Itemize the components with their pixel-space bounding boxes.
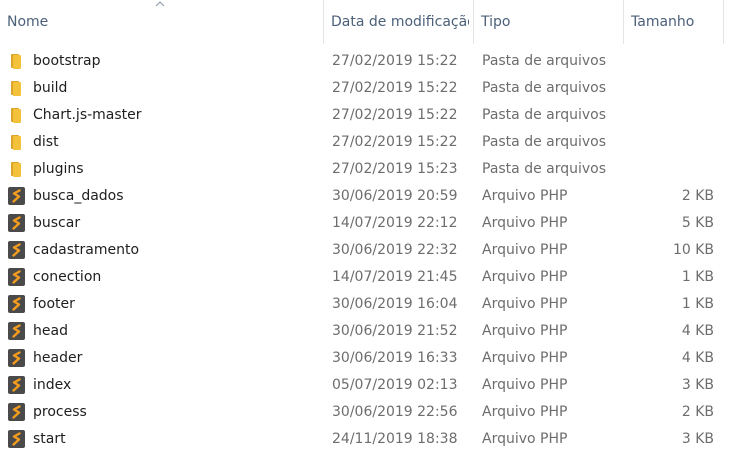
php-file-icon — [8, 214, 25, 232]
file-type: Arquivo PHP — [482, 296, 568, 312]
file-row[interactable]: head 30/06/2019 21:52 Arquivo PHP 4 KB — [0, 318, 735, 345]
file-row[interactable]: conection 14/07/2019 21:45 Arquivo PHP 1 KB — [0, 264, 735, 291]
file-name: head — [33, 323, 68, 339]
file-row[interactable]: Chart.js-master 27/02/2019 15:22 Pasta de … — [0, 102, 735, 129]
file-list: bootstrap 27/02/2019 15:22 Pasta de arquiv… — [0, 48, 735, 453]
file-row[interactable]: cadastramento 30/06/2019 22:32 Arquivo PHP… — [0, 237, 735, 264]
file-type: Arquivo PHP — [482, 404, 568, 420]
php-file-icon — [8, 322, 25, 340]
file-row[interactable]: bootstrap 27/02/2019 15:22 Pasta de arquiv… — [0, 48, 735, 75]
file-date-modified: 14/07/2019 21:45 — [332, 269, 458, 285]
php-file-icon — [8, 241, 25, 259]
file-name: bootstrap — [33, 53, 101, 69]
file-type: Arquivo PHP — [482, 323, 568, 339]
file-size: 4 KB — [681, 350, 714, 366]
file-name: start — [33, 431, 66, 447]
file-date-modified: 27/02/2019 15:22 — [332, 107, 458, 123]
file-date-modified: 24/11/2019 18:38 — [332, 431, 458, 447]
file-date-modified: 30/06/2019 20:59 — [332, 188, 458, 204]
file-name: conection — [33, 269, 102, 285]
file-size: 3 KB — [681, 431, 714, 447]
folder-icon — [11, 108, 21, 123]
folder-icon — [11, 162, 21, 177]
column-header-type-label: Tipo — [481, 14, 511, 30]
file-date-modified: 30/06/2019 16:04 — [332, 296, 458, 312]
file-size: 2 KB — [681, 188, 714, 204]
file-date-modified: 05/07/2019 02:13 — [332, 377, 458, 393]
file-date-modified: 30/06/2019 22:56 — [332, 404, 458, 420]
column-header-row: Nome Data de modificação Tipo Tamanho — [0, 0, 735, 44]
file-type: Arquivo PHP — [482, 431, 568, 447]
php-file-icon — [8, 349, 25, 367]
file-row[interactable]: process 30/06/2019 22:56 Arquivo PHP 2 KB — [0, 399, 735, 426]
file-size: 2 KB — [681, 404, 714, 420]
file-type: Pasta de arquivos — [482, 80, 607, 96]
chevron-up-icon — [155, 1, 165, 7]
file-row[interactable]: plugins 27/02/2019 15:23 Pasta de arquivos — [0, 156, 735, 183]
column-header-date-label: Data de modificação — [331, 14, 469, 30]
column-header-size[interactable]: Tamanho — [624, 0, 724, 44]
file-size: 3 KB — [681, 377, 714, 393]
file-type: Pasta de arquivos — [482, 161, 607, 177]
file-name: cadastramento — [33, 242, 140, 258]
file-name: buscar — [33, 215, 81, 231]
php-file-icon — [8, 430, 25, 448]
file-row[interactable]: build 27/02/2019 15:22 Pasta de arquivos — [0, 75, 735, 102]
file-date-modified: 27/02/2019 15:22 — [332, 80, 458, 96]
column-header-type[interactable]: Tipo — [474, 0, 624, 44]
file-type: Arquivo PHP — [482, 242, 568, 258]
file-row[interactable]: dist 27/02/2019 15:22 Pasta de arquivos — [0, 129, 735, 156]
file-explorer-list: Nome Data de modificação Tipo Tamanho bo… — [0, 0, 735, 462]
file-type: Arquivo PHP — [482, 215, 568, 231]
php-file-icon — [8, 268, 25, 286]
file-size: 5 KB — [681, 215, 714, 231]
file-row[interactable]: header 30/06/2019 16:33 Arquivo PHP 4 KB — [0, 345, 735, 372]
php-file-icon — [8, 376, 25, 394]
php-file-icon — [8, 187, 25, 205]
file-type: Arquivo PHP — [482, 350, 568, 366]
file-date-modified: 14/07/2019 22:12 — [332, 215, 458, 231]
column-header-size-label: Tamanho — [631, 14, 695, 30]
file-row[interactable]: index 05/07/2019 02:13 Arquivo PHP 3 KB — [0, 372, 735, 399]
file-type: Arquivo PHP — [482, 377, 568, 393]
php-file-icon — [8, 403, 25, 421]
file-row[interactable]: footer 30/06/2019 16:04 Arquivo PHP 1 KB — [0, 291, 735, 318]
file-name: busca_dados — [33, 188, 124, 204]
column-header-date[interactable]: Data de modificação — [324, 0, 474, 44]
file-type: Pasta de arquivos — [482, 107, 607, 123]
file-size: 1 KB — [681, 296, 714, 312]
file-name: build — [33, 80, 68, 96]
file-date-modified: 30/06/2019 22:32 — [332, 242, 458, 258]
file-type: Arquivo PHP — [482, 269, 568, 285]
column-header-name[interactable]: Nome — [0, 0, 324, 44]
file-date-modified: 27/02/2019 15:23 — [332, 161, 458, 177]
php-file-icon — [8, 295, 25, 313]
file-row[interactable]: busca_dados 30/06/2019 20:59 Arquivo PHP 2 … — [0, 183, 735, 210]
file-size: 10 KB — [672, 242, 714, 258]
file-size: 4 KB — [681, 323, 714, 339]
column-header-name-label: Nome — [7, 14, 49, 30]
file-row[interactable]: buscar 14/07/2019 22:12 Arquivo PHP 5 KB — [0, 210, 735, 237]
file-name: plugins — [33, 161, 84, 177]
file-name: process — [33, 404, 87, 420]
folder-icon — [11, 54, 21, 69]
file-date-modified: 30/06/2019 21:52 — [332, 323, 458, 339]
file-name: Chart.js-master — [33, 107, 142, 123]
folder-icon — [11, 135, 21, 150]
folder-icon — [11, 81, 21, 96]
file-name: dist — [33, 134, 59, 150]
file-name: index — [33, 377, 72, 393]
file-type: Arquivo PHP — [482, 188, 568, 204]
file-row[interactable]: start 24/11/2019 18:38 Arquivo PHP 3 KB — [0, 426, 735, 453]
file-date-modified: 30/06/2019 16:33 — [332, 350, 458, 366]
file-type: Pasta de arquivos — [482, 53, 607, 69]
file-date-modified: 27/02/2019 15:22 — [332, 53, 458, 69]
file-date-modified: 27/02/2019 15:22 — [332, 134, 458, 150]
file-name: footer — [33, 296, 75, 312]
file-name: header — [33, 350, 83, 366]
file-size: 1 KB — [681, 269, 714, 285]
file-type: Pasta de arquivos — [482, 134, 607, 150]
